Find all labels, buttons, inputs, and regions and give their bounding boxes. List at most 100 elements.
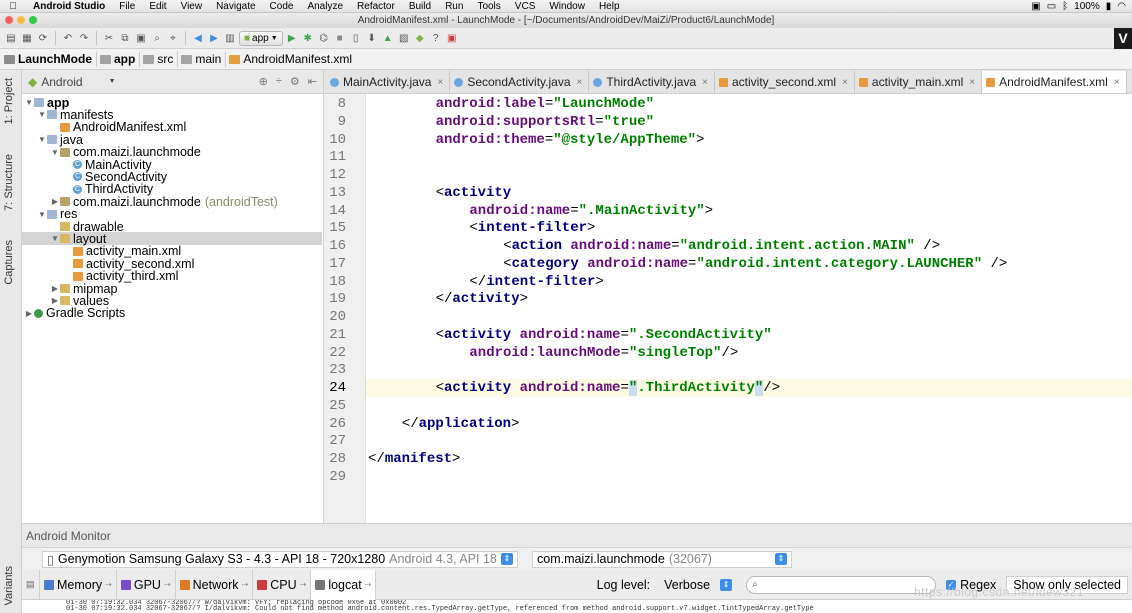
breadcrumb-item-src[interactable]: src — [143, 51, 179, 67]
process-select[interactable]: com.maizi.launchmode (32067) ⇕ — [532, 550, 792, 568]
close-icon[interactable]: × — [577, 77, 583, 88]
tab-activity-main-xml[interactable]: activity_main.xml × — [855, 71, 983, 93]
tab-menu-icon[interactable]: ⇢ — [365, 580, 372, 589]
tab-structure[interactable]: 7: Structure — [3, 154, 15, 211]
tab-menu-icon[interactable]: ⇢ — [300, 580, 307, 589]
code-line[interactable]: <activity — [366, 184, 1132, 202]
code-line[interactable]: </activity> — [366, 290, 1132, 308]
close-icon[interactable]: × — [842, 77, 848, 88]
make-project-icon[interactable]: ▥ — [223, 31, 237, 45]
sdk-manager-icon[interactable]: ⬇ — [365, 31, 379, 45]
code-line[interactable] — [366, 166, 1132, 184]
monitor-icon[interactable]: ▲ — [381, 31, 395, 45]
code-line[interactable] — [366, 361, 1132, 379]
monitor-tab-cpu[interactable]: CPU ⇢ — [253, 569, 312, 600]
collapse-all-icon[interactable]: ÷ — [276, 75, 282, 88]
undo-icon[interactable]: ↶ — [61, 31, 75, 45]
code-line[interactable]: <activity android:name=".SecondActivity" — [366, 326, 1132, 344]
device-select[interactable]: ▯ Genymotion Samsung Galaxy S3 - 4.3 - A… — [42, 550, 518, 568]
tab-captures[interactable]: Captures — [3, 240, 15, 285]
chevron-down-icon[interactable]: ▼ — [50, 148, 60, 157]
paste-icon[interactable]: ▣ — [134, 31, 148, 45]
logcat-output[interactable]: 01-30 07:19:32.034 32067-32067/? W/dalvi… — [66, 600, 1132, 613]
tab-mainactivity-java[interactable]: MainActivity.java × — [326, 71, 451, 93]
genymotion-icon[interactable]: ▣ — [445, 31, 459, 45]
chevron-down-icon[interactable]: ▼ — [24, 98, 34, 107]
code-line[interactable] — [366, 148, 1132, 166]
menu-edit[interactable]: Edit — [142, 1, 173, 12]
tab-project[interactable]: 1: Project — [3, 78, 15, 124]
chevron-right-icon[interactable]: ▶ — [50, 284, 60, 293]
find-icon[interactable]: ⌕ — [150, 31, 164, 45]
menu-help[interactable]: Help — [592, 1, 627, 12]
chevron-right-icon[interactable]: ▶ — [50, 296, 60, 305]
code-line[interactable] — [366, 468, 1132, 486]
wifi-icon[interactable]: ◠ — [1117, 1, 1126, 12]
close-icon[interactable]: × — [969, 77, 975, 88]
menu-analyze[interactable]: Analyze — [300, 1, 350, 12]
monitor-tab-gpu[interactable]: GPU ⇢ — [117, 569, 176, 600]
code-line[interactable]: </application> — [366, 415, 1132, 433]
code-line[interactable] — [366, 397, 1132, 415]
code-line[interactable]: android:name=".MainActivity"> — [366, 202, 1132, 220]
chevron-down-icon[interactable]: ▼ — [37, 110, 47, 119]
chevron-down-icon[interactable]: ▼ — [109, 78, 116, 85]
tree-item[interactable]: activity_third.xml — [22, 269, 322, 283]
tree-item[interactable]: drawable — [22, 220, 322, 234]
gear-icon[interactable]: ⚙ — [290, 75, 300, 88]
breadcrumb-item-project[interactable]: LaunchMode — [4, 51, 97, 67]
copy-icon[interactable]: ⧉ — [118, 31, 132, 45]
tree-item[interactable]: ▼ com.maizi.launchmode — [22, 145, 322, 159]
menu-run[interactable]: Run — [438, 1, 470, 12]
code-line[interactable]: </manifest> — [366, 450, 1132, 468]
forward-icon[interactable]: ▶ — [207, 31, 221, 45]
code-line[interactable]: </intent-filter> — [366, 273, 1132, 291]
menu-navigate[interactable]: Navigate — [209, 1, 262, 12]
sync-icon[interactable]: ⟳ — [36, 31, 50, 45]
open-icon[interactable]: ▤ — [4, 31, 18, 45]
code-line[interactable]: <action android:name="android.intent.act… — [366, 237, 1132, 255]
tree-item[interactable]: C MainActivity — [22, 158, 322, 172]
tree-item[interactable]: ▶ mipmap — [22, 282, 322, 296]
menu-code[interactable]: Code — [263, 1, 301, 12]
breadcrumb-item-app[interactable]: app — [100, 51, 141, 67]
code-line[interactable]: android:theme="@style/AppTheme"> — [366, 131, 1132, 149]
tree-item[interactable]: ▶ Gradle Scripts — [22, 306, 322, 320]
maximize-window-icon[interactable] — [29, 16, 37, 24]
logcat-search-input[interactable]: ⌕ — [746, 575, 937, 594]
chevron-down-icon[interactable]: ▼ — [37, 210, 47, 219]
tree-item[interactable]: ▼ res — [22, 207, 322, 221]
cut-icon[interactable]: ✂ — [102, 31, 116, 45]
apple-icon[interactable]:  — [0, 1, 26, 12]
close-window-icon[interactable] — [5, 16, 13, 24]
redo-icon[interactable]: ↷ — [77, 31, 91, 45]
monitor-tab-logcat[interactable]: logcat ⇢ — [311, 569, 377, 600]
project-structure-icon[interactable]: ▧ — [397, 31, 411, 45]
code-line[interactable]: android:launchMode="singleTop"/> — [366, 344, 1132, 362]
attach-debugger-icon[interactable]: ⌬ — [317, 31, 331, 45]
menu-build[interactable]: Build — [402, 1, 438, 12]
chevron-down-icon[interactable]: ▼ — [37, 135, 47, 144]
code-line[interactable] — [366, 308, 1132, 326]
save-icon[interactable]: ▦ — [20, 31, 34, 45]
menu-tools[interactable]: Tools — [470, 1, 507, 12]
code-line[interactable]: android:label="LaunchMode" — [366, 95, 1132, 113]
help-icon[interactable]: ? — [429, 31, 443, 45]
breadcrumb-item-main[interactable]: main — [181, 51, 227, 67]
code-area[interactable]: android:label="LaunchMode" android:suppor… — [366, 94, 1132, 523]
close-icon[interactable]: × — [1114, 77, 1120, 88]
view-mode-select[interactable]: Android — [41, 75, 82, 89]
code-line[interactable]: <category android:name="android.intent.c… — [366, 255, 1132, 273]
menu-refactor[interactable]: Refactor — [350, 1, 402, 12]
window-icon[interactable]: ▭ — [1047, 1, 1056, 12]
chevron-right-icon[interactable]: ▶ — [50, 197, 60, 206]
run-icon[interactable]: ▶ — [285, 31, 299, 45]
tab-secondactivity-java[interactable]: SecondActivity.java × — [450, 71, 590, 93]
code-line[interactable] — [366, 432, 1132, 450]
camera-icon[interactable]: ▣ — [1031, 1, 1040, 12]
tab-activity-second-xml[interactable]: activity_second.xml × — [715, 71, 855, 93]
menu-window[interactable]: Window — [542, 1, 592, 12]
tab-androidmanifest-xml[interactable]: AndroidManifest.xml × — [982, 71, 1127, 93]
menu-view[interactable]: View — [174, 1, 210, 12]
close-icon[interactable]: × — [437, 77, 443, 88]
